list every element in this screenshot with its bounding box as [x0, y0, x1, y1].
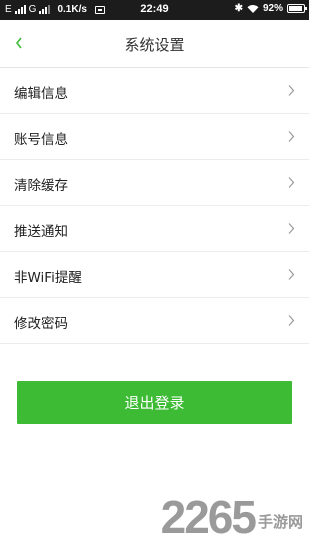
settings-item-label: 清除缓存: [14, 178, 68, 194]
chevron-right-icon: [288, 85, 295, 96]
battery-icon: [287, 4, 307, 13]
settings-item-label: 编辑信息: [14, 86, 68, 102]
settings-item-clear-cache[interactable]: 清除缓存: [0, 160, 309, 206]
wifi-icon: [247, 4, 259, 13]
battery-percent: 92%: [262, 3, 283, 14]
watermark-logo: 2265 手游网: [161, 494, 303, 540]
watermark-number: 2265: [160, 491, 257, 543]
chevron-right-icon: [288, 269, 295, 280]
settings-item-non-wifi-alert[interactable]: 非WiFi提醒: [0, 252, 309, 298]
chevron-right-icon: [288, 223, 295, 234]
settings-item-change-password[interactable]: 修改密码: [0, 298, 309, 344]
settings-list: 编辑信息 账号信息 清除缓存 推送通知 非WiFi提醒 修改密码: [0, 68, 309, 344]
settings-item-label: 非WiFi提醒: [14, 270, 82, 286]
settings-item-edit-info[interactable]: 编辑信息: [0, 68, 309, 114]
settings-item-label: 推送通知: [14, 224, 68, 240]
chevron-right-icon: [288, 177, 295, 188]
bluetooth-icon: ✱: [234, 3, 243, 14]
app-header: 系统设置: [0, 20, 309, 68]
chevron-right-icon: [288, 315, 295, 326]
settings-item-label: 账号信息: [14, 132, 68, 148]
chevron-right-icon: [288, 131, 295, 142]
settings-item-account-info[interactable]: 账号信息: [0, 114, 309, 160]
settings-item-label: 修改密码: [14, 316, 68, 332]
watermark-text: 手游网: [257, 513, 303, 531]
status-bar-right: ✱ 92%: [234, 3, 307, 14]
logout-button[interactable]: 退出登录: [17, 381, 292, 424]
status-bar: E G 0.1K/s 22:49 ✱ 92%: [0, 0, 309, 20]
page-title: 系统设置: [124, 36, 185, 54]
settings-item-push-notifications[interactable]: 推送通知: [0, 206, 309, 252]
